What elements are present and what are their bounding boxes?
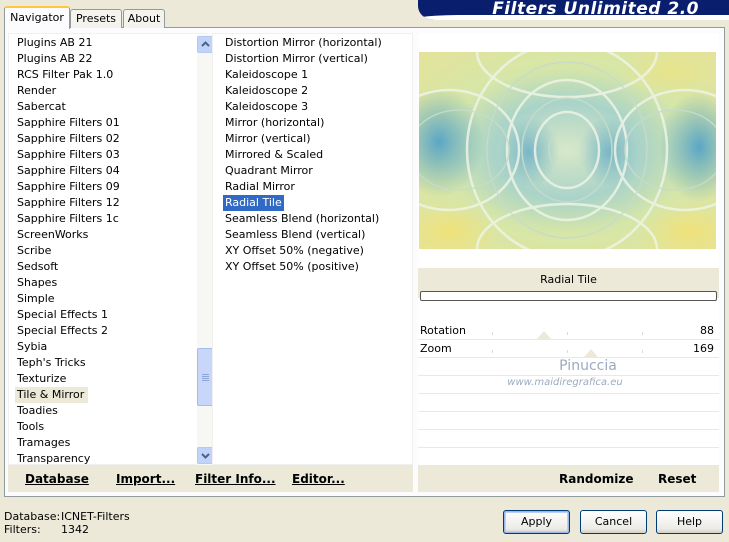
rotation-slider[interactable] — [492, 322, 643, 339]
filter-item[interactable]: Kaleidoscope 3 — [223, 99, 384, 115]
help-button[interactable]: Help — [656, 510, 723, 534]
category-item[interactable]: Sapphire Filters 01 — [15, 115, 191, 131]
watermark-url: www.maidiregrafica.eu — [507, 377, 623, 388]
filter-item[interactable]: Kaleidoscope 2 — [223, 83, 384, 99]
parameter-list: Rotation 88 Zoom 169 — [418, 322, 719, 466]
param-row-empty — [418, 394, 719, 412]
database-button[interactable]: Database — [25, 472, 89, 486]
category-item[interactable]: Special Effects 2 — [15, 323, 191, 339]
param-row-zoom[interactable]: Zoom 169 — [418, 340, 719, 358]
preview-image — [419, 52, 716, 249]
preview-toolbar: Randomize Reset — [418, 465, 719, 492]
randomize-button[interactable]: Randomize — [559, 472, 633, 486]
category-item[interactable]: Tile & Mirror — [15, 387, 89, 403]
database-info: Database: ICNET-Filters Filters: 1342 — [4, 510, 130, 536]
import-button[interactable]: Import... — [116, 472, 175, 486]
preview-panel: Radial Tile Rotation 88 Zoom 169 — [418, 33, 719, 466]
category-item[interactable]: Sapphire Filters 12 — [15, 195, 191, 211]
category-item[interactable]: Sapphire Filters 04 — [15, 163, 191, 179]
zoom-slider[interactable] — [492, 340, 643, 357]
database-label: Database: — [4, 510, 61, 523]
slider-thumb[interactable] — [536, 331, 551, 339]
editor-button[interactable]: Editor... — [292, 472, 345, 486]
category-item[interactable]: Sapphire Filters 09 — [15, 179, 191, 195]
filter-item[interactable]: Seamless Blend (vertical) — [223, 227, 384, 243]
filter-list-box: Distortion Mirror (horizontal) Distortion… — [212, 33, 413, 465]
category-item[interactable]: Teph's Tricks — [15, 355, 191, 371]
tab-presets[interactable]: Presets — [70, 9, 122, 28]
filter-item[interactable]: Seamless Blend (horizontal) — [223, 211, 384, 227]
category-item[interactable]: Sapphire Filters 1c — [15, 211, 191, 227]
apply-button[interactable]: Apply — [503, 510, 570, 534]
category-item[interactable]: Sedsoft — [15, 259, 191, 275]
filters-count-label: Filters: — [4, 523, 41, 536]
category-item[interactable]: Toadies — [15, 403, 191, 419]
filter-info-button[interactable]: Filter Info... — [195, 472, 276, 486]
param-label: Zoom — [420, 342, 452, 355]
category-item[interactable]: Sapphire Filters 02 — [15, 131, 191, 147]
param-value: 88 — [700, 324, 714, 337]
category-item[interactable]: Shapes — [15, 275, 191, 291]
tab-about[interactable]: About — [123, 9, 165, 28]
filter-item[interactable]: Mirror (horizontal) — [223, 115, 384, 131]
param-row-empty — [418, 448, 719, 466]
slider-thumb[interactable] — [584, 349, 599, 357]
category-item[interactable]: Sybia — [15, 339, 191, 355]
filter-item[interactable]: Mirrored & Scaled — [223, 147, 384, 163]
filter-item[interactable]: Mirror (vertical) — [223, 131, 384, 147]
reset-button[interactable]: Reset — [658, 472, 696, 486]
app-title: Filters Unlimited 2.0 — [492, 0, 699, 19]
header-banner: Filters Unlimited 2.0 — [418, 0, 729, 20]
category-item[interactable]: Render — [15, 83, 191, 99]
param-row-empty — [418, 430, 719, 448]
category-item[interactable]: Plugins AB 22 — [15, 51, 191, 67]
category-item[interactable]: Sabercat — [15, 99, 191, 115]
category-item[interactable]: Simple — [15, 291, 191, 307]
progress-bar — [420, 291, 717, 301]
filter-item[interactable]: Distortion Mirror (vertical) — [223, 51, 384, 67]
category-item[interactable]: Tools — [15, 419, 191, 435]
filter-item[interactable]: XY Offset 50% (negative) — [223, 243, 384, 259]
tab-navigator[interactable]: Navigator — [4, 6, 70, 29]
navigator-toolbar: Database Import... Filter Info... Editor… — [8, 465, 413, 492]
filter-item[interactable]: XY Offset 50% (positive) — [223, 259, 384, 275]
chevron-down-icon — [201, 453, 210, 459]
category-item[interactable]: Special Effects 1 — [15, 307, 191, 323]
filter-item[interactable]: Distortion Mirror (horizontal) — [223, 35, 384, 51]
category-item[interactable]: RCS Filter Pak 1.0 — [15, 67, 191, 83]
chevron-up-icon — [201, 41, 210, 47]
category-item[interactable]: ScreenWorks — [15, 227, 191, 243]
param-value: 169 — [693, 342, 714, 355]
param-row-rotation[interactable]: Rotation 88 — [418, 322, 719, 340]
watermark: Pinuccia — [559, 358, 617, 374]
param-label: Rotation — [420, 324, 467, 337]
filter-item[interactable]: Kaleidoscope 1 — [223, 67, 384, 83]
filter-list[interactable]: Distortion Mirror (horizontal) Distortion… — [223, 35, 384, 275]
category-item[interactable]: Sapphire Filters 03 — [15, 147, 191, 163]
filter-item[interactable]: Quadrant Mirror — [223, 163, 384, 179]
category-item[interactable]: Scribe — [15, 243, 191, 259]
category-item[interactable]: Plugins AB 21 — [15, 35, 191, 51]
selected-filter-title: Radial Tile — [540, 273, 597, 286]
category-item[interactable]: Tramages — [15, 435, 191, 451]
filter-item[interactable]: Radial Mirror — [223, 179, 384, 195]
cancel-button[interactable]: Cancel — [580, 510, 647, 534]
category-list[interactable]: Plugins AB 21 Plugins AB 22 RCS Filter Pak… — [15, 35, 191, 467]
database-value: ICNET-Filters — [61, 510, 130, 523]
category-list-box: Plugins AB 21 Plugins AB 22 RCS Filter Pak… — [8, 33, 214, 467]
filters-count-value: 1342 — [61, 523, 89, 536]
filter-item[interactable]: Radial Tile — [223, 195, 284, 211]
param-row-empty — [418, 412, 719, 430]
category-item[interactable]: Texturize — [15, 371, 191, 387]
